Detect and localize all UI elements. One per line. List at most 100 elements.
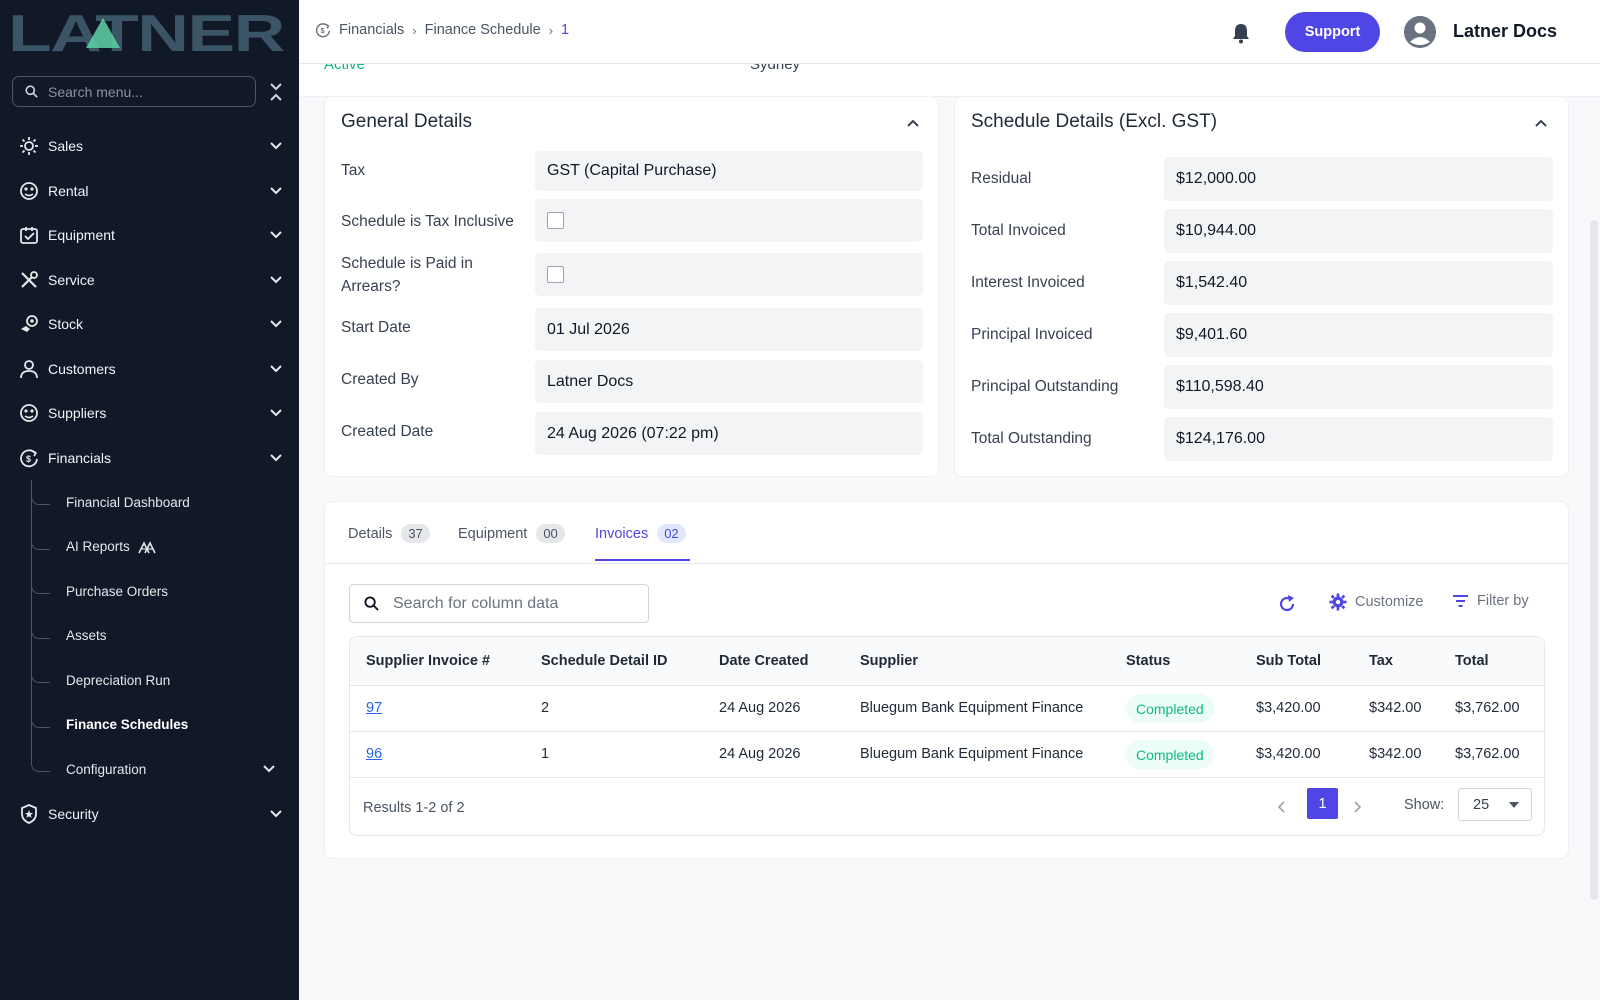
sidebar-item-stock[interactable]: Stock bbox=[0, 302, 299, 347]
sidebar-item-financial-dashboard[interactable]: Financial Dashboard bbox=[0, 480, 299, 525]
customers-icon bbox=[18, 358, 40, 380]
column-header[interactable]: Total bbox=[1455, 653, 1489, 669]
arrears-label: Schedule is Paid in Arrears? bbox=[341, 255, 473, 295]
created-date-field[interactable]: 24 Aug 2026 (07:22 pm) bbox=[535, 412, 923, 455]
general-details-card: General Details Tax GST (Capital Purchas… bbox=[324, 96, 939, 477]
total-outstanding-field[interactable]: $124,176.00 bbox=[1164, 417, 1553, 461]
sidebar-item-rental[interactable]: Rental bbox=[0, 169, 299, 214]
column-header[interactable]: Supplier bbox=[860, 653, 918, 669]
sidebar-item-label: Assets bbox=[66, 628, 107, 644]
logo-graphic: LATNER bbox=[8, 6, 286, 56]
sub-total: $3,420.00 bbox=[1256, 700, 1321, 716]
sidebar: LATNER Search menu... Sales Rental Equip… bbox=[0, 0, 299, 1000]
sidebar-item-service[interactable]: Service bbox=[0, 258, 299, 303]
invoice-link[interactable]: 97 bbox=[366, 700, 382, 716]
sidebar-item-label: Stock bbox=[48, 316, 84, 333]
column-header[interactable]: Status bbox=[1126, 653, 1170, 669]
page-size-select[interactable]: 25 bbox=[1458, 788, 1532, 821]
financials-submenu: Financial Dashboard AI Reports Purchase … bbox=[0, 480, 299, 792]
pagination-page-current[interactable]: 1 bbox=[1307, 788, 1338, 819]
tab-label: Details bbox=[348, 525, 393, 542]
sidebar-item-depreciation-run[interactable]: Depreciation Run bbox=[0, 658, 299, 703]
collapse-sidebar-icon[interactable] bbox=[268, 82, 284, 102]
tab-details[interactable]: Details 37 bbox=[348, 524, 430, 543]
sidebar-item-sales[interactable]: Sales bbox=[0, 124, 299, 169]
total-invoiced-label: Total Invoiced bbox=[971, 222, 1066, 239]
date-created: 24 Aug 2026 bbox=[719, 746, 801, 762]
start-date-field[interactable]: 01 Jul 2026 bbox=[535, 308, 923, 351]
chevron-up-icon[interactable] bbox=[905, 115, 921, 131]
created-by-field[interactable]: Latner Docs bbox=[535, 360, 923, 403]
sidebar-item-ai-reports[interactable]: AI Reports bbox=[0, 524, 299, 570]
column-search-input[interactable]: Search for column data bbox=[349, 584, 649, 623]
page-size-value: 25 bbox=[1473, 796, 1490, 813]
refresh-icon[interactable] bbox=[1277, 594, 1297, 614]
status-badge: Completed bbox=[1126, 740, 1214, 769]
sidebar-item-label: Finance Schedules bbox=[66, 717, 189, 733]
principal-outstanding-field[interactable]: $110,598.40 bbox=[1164, 365, 1553, 409]
chevron-down-icon bbox=[270, 142, 282, 150]
chevron-down-icon bbox=[270, 231, 282, 239]
tab-invoices[interactable]: Invoices 02 bbox=[595, 524, 686, 543]
column-header[interactable]: Date Created bbox=[719, 653, 808, 669]
arrears-checkbox[interactable] bbox=[547, 266, 564, 283]
active-tab-indicator bbox=[595, 559, 690, 561]
tax-field[interactable]: GST (Capital Purchase) bbox=[535, 151, 923, 191]
supplier-name: Bluegum Bank Equipment Finance bbox=[860, 746, 1084, 762]
bell-icon[interactable] bbox=[1231, 22, 1251, 44]
tax-inclusive-checkbox[interactable] bbox=[547, 212, 564, 229]
table-row[interactable]: 96 1 24 Aug 2026 Bluegum Bank Equipment … bbox=[350, 732, 1544, 778]
sidebar-item-customers[interactable]: Customers bbox=[0, 347, 299, 392]
caret-down-icon bbox=[1509, 802, 1519, 808]
invoice-link[interactable]: 96 bbox=[366, 746, 382, 762]
tax-inclusive-field bbox=[535, 199, 923, 242]
tax-amount: $342.00 bbox=[1369, 700, 1422, 716]
sidebar-item-equipment[interactable]: Equipment bbox=[0, 213, 299, 258]
total-amount: $3,762.00 bbox=[1455, 700, 1520, 716]
tab-equipment[interactable]: Equipment 00 bbox=[458, 524, 565, 543]
svg-text:$: $ bbox=[321, 26, 325, 35]
interest-invoiced-field[interactable]: $1,542.40 bbox=[1164, 261, 1553, 305]
table-row[interactable]: 97 2 24 Aug 2026 Bluegum Bank Equipment … bbox=[350, 686, 1544, 732]
chevron-left-icon[interactable] bbox=[1275, 800, 1289, 814]
chevron-down-icon bbox=[270, 810, 282, 818]
residual-field[interactable]: $12,000.00 bbox=[1164, 157, 1553, 201]
latner-logo[interactable]: LATNER bbox=[8, 6, 286, 56]
page-scrollbar[interactable] bbox=[1590, 220, 1598, 900]
tab-label: Invoices bbox=[595, 525, 649, 542]
user-avatar-icon bbox=[1404, 16, 1436, 48]
support-button[interactable]: Support bbox=[1285, 12, 1380, 52]
sidebar-item-label: Depreciation Run bbox=[66, 672, 171, 688]
stock-icon bbox=[18, 313, 40, 335]
residual-label: Residual bbox=[971, 170, 1032, 187]
column-header[interactable]: Sub Total bbox=[1256, 653, 1321, 669]
breadcrumb-finance-schedule[interactable]: Finance Schedule bbox=[425, 22, 541, 38]
sidebar-item-assets[interactable]: Assets bbox=[0, 613, 299, 659]
column-header[interactable]: Schedule Detail ID bbox=[541, 653, 668, 669]
filter-button[interactable]: Filter by bbox=[1452, 593, 1529, 609]
tab-count-badge: 00 bbox=[536, 524, 565, 543]
column-header[interactable]: Supplier Invoice # bbox=[366, 653, 490, 669]
start-date-label: Start Date bbox=[341, 319, 411, 336]
customize-button[interactable]: Customize bbox=[1329, 593, 1424, 611]
sidebar-item-finance-schedules[interactable]: Finance Schedules bbox=[0, 702, 299, 748]
principal-invoiced-field[interactable]: $9,401.60 bbox=[1164, 313, 1553, 357]
chevron-down-icon bbox=[270, 365, 282, 373]
chevron-right-icon[interactable] bbox=[1350, 800, 1364, 814]
sidebar-item-financials[interactable]: $ Financials bbox=[0, 436, 299, 481]
column-header[interactable]: Tax bbox=[1369, 653, 1393, 669]
breadcrumb-financials[interactable]: Financials bbox=[339, 22, 404, 38]
invoices-card: Details 37 Equipment 00 Invoices 02 Sear… bbox=[324, 501, 1569, 859]
total-invoiced-field[interactable]: $10,944.00 bbox=[1164, 209, 1553, 253]
filter-icon bbox=[1453, 595, 1468, 607]
menu-search-input[interactable]: Search menu... bbox=[12, 76, 256, 107]
user-name[interactable]: Latner Docs bbox=[1453, 21, 1557, 42]
sidebar-item-configuration[interactable]: Configuration bbox=[0, 747, 299, 792]
sidebar-item-security[interactable]: Security bbox=[0, 792, 299, 837]
sidebar-item-purchase-orders[interactable]: Purchase Orders bbox=[0, 569, 299, 614]
created-by-label: Created By bbox=[341, 371, 419, 388]
sidebar-item-suppliers[interactable]: Suppliers bbox=[0, 391, 299, 436]
date-created: 24 Aug 2026 bbox=[719, 700, 801, 716]
chevron-up-icon[interactable] bbox=[1533, 115, 1549, 131]
avatar[interactable] bbox=[1404, 16, 1436, 48]
